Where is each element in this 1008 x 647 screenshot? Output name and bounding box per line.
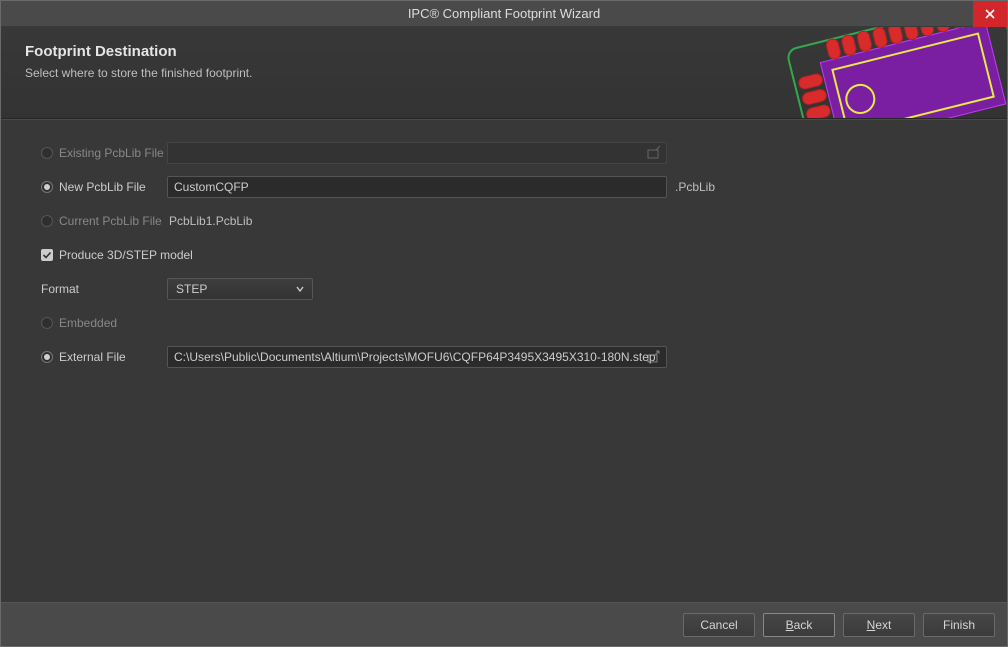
wizard-header: Footprint Destination Select where to st…: [1, 27, 1007, 119]
row-current-pcblib: Current PcbLib File PcbLib1.PcbLib: [41, 206, 979, 236]
radio-embedded[interactable]: [41, 317, 53, 329]
check-icon: [42, 250, 52, 260]
browse-external-icon[interactable]: [646, 350, 662, 366]
radio-external-file[interactable]: [41, 351, 53, 363]
close-button[interactable]: [973, 1, 1007, 27]
value-current-pcblib: PcbLib1.PcbLib: [167, 214, 252, 228]
label-format: Format: [41, 282, 79, 296]
finish-button-label: Finish: [943, 618, 975, 632]
row-new-pcblib: New PcbLib File .PcbLib: [41, 172, 979, 202]
wizard-window: IPC® Compliant Footprint Wizard Footprin…: [0, 0, 1008, 647]
input-existing-pcblib: [167, 142, 667, 164]
back-button[interactable]: Back: [763, 613, 835, 637]
input-existing-pcblib-text: [174, 146, 660, 160]
radio-current-pcblib[interactable]: [41, 215, 53, 227]
wizard-footer: Cancel Back Next Finish: [1, 602, 1007, 646]
back-button-label: Back: [786, 618, 813, 632]
row-external-file: External File: [41, 342, 979, 372]
label-new-suffix: .PcbLib: [675, 180, 715, 194]
label-current-pcblib: Current PcbLib File: [59, 214, 162, 228]
row-format: Format STEP: [41, 274, 979, 304]
input-new-pcblib[interactable]: [167, 176, 667, 198]
dropdown-format-value: STEP: [176, 282, 207, 296]
page-subtitle: Select where to store the finished footp…: [25, 66, 983, 80]
radio-new-pcblib[interactable]: [41, 181, 53, 193]
page-title: Footprint Destination: [25, 43, 983, 60]
radio-existing-pcblib[interactable]: [41, 147, 53, 159]
next-button-label: Next: [867, 618, 892, 632]
cancel-button-label: Cancel: [700, 618, 737, 632]
browse-existing-icon: [646, 146, 662, 162]
finish-button[interactable]: Finish: [923, 613, 995, 637]
input-external-file[interactable]: [167, 346, 667, 368]
dropdown-format[interactable]: STEP: [167, 278, 313, 300]
cancel-button[interactable]: Cancel: [683, 613, 755, 637]
label-embedded: Embedded: [59, 316, 117, 330]
label-new-pcblib: New PcbLib File: [59, 180, 146, 194]
titlebar: IPC® Compliant Footprint Wizard: [1, 1, 1007, 27]
label-external-file: External File: [59, 350, 126, 364]
wizard-content: Existing PcbLib File New PcbLib File .Pc…: [1, 119, 1007, 602]
close-icon: [985, 9, 995, 19]
input-external-file-text[interactable]: [174, 350, 660, 364]
next-button[interactable]: Next: [843, 613, 915, 637]
row-embedded: Embedded: [41, 308, 979, 338]
window-title: IPC® Compliant Footprint Wizard: [408, 6, 600, 21]
checkbox-produce-3d[interactable]: [41, 249, 53, 261]
input-new-pcblib-text[interactable]: [174, 180, 660, 194]
row-existing-pcblib: Existing PcbLib File: [41, 138, 979, 168]
label-existing-pcblib: Existing PcbLib File: [59, 146, 164, 160]
chevron-down-icon: [296, 282, 304, 296]
label-produce-3d: Produce 3D/STEP model: [59, 248, 193, 262]
row-produce-3d: Produce 3D/STEP model: [41, 240, 979, 270]
